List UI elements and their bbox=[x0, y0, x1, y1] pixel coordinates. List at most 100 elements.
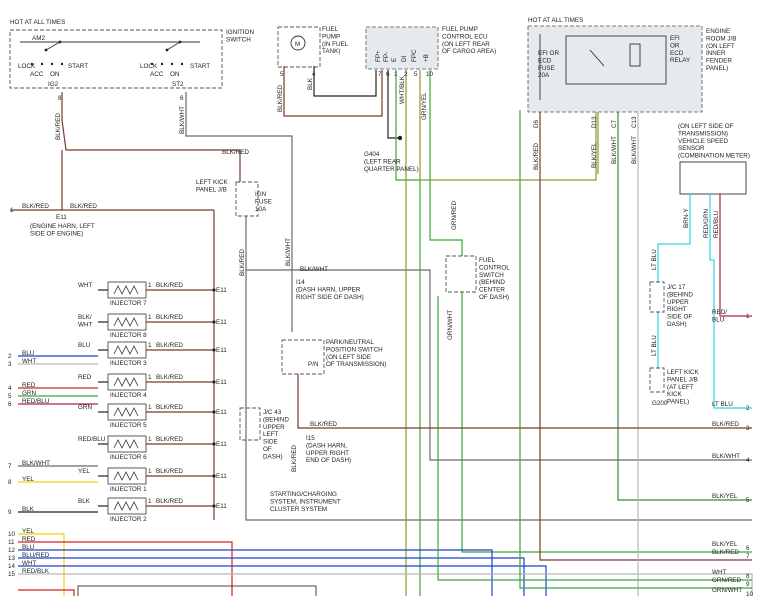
kick2-box bbox=[649, 367, 665, 393]
injector-in-wire: WHT bbox=[78, 282, 92, 289]
injector-out-wire: BLK/RED bbox=[156, 498, 183, 505]
pn-switch-box bbox=[281, 339, 325, 375]
jc43-box bbox=[239, 407, 261, 441]
injector-2: INJECTOR 8 1 BLK/WHT BLK/RED E11 bbox=[78, 313, 227, 339]
injector-pin: 1 bbox=[148, 468, 152, 475]
injector-name: INJECTOR 5 bbox=[110, 422, 147, 429]
right-pin-color-6: BLK/YEL bbox=[712, 541, 738, 548]
wire-label-grn-yel: GRN/YEL bbox=[421, 92, 428, 120]
engine-room-jb: HOT AT ALL TIMES ENGINE ROOM J/B (ON LEFT I… bbox=[527, 17, 736, 113]
i15-label: I15 (DASH HARN, UPPER RIGHT END OF DASH) bbox=[306, 435, 351, 464]
right-pin-color-3: BLK/RED bbox=[712, 421, 739, 428]
right-pin-color-9: GRN/RED bbox=[712, 577, 741, 584]
right-pin-6: 6 bbox=[746, 545, 750, 552]
right-pin-4: 4 bbox=[746, 457, 750, 464]
lock-label-right: LOCK bbox=[140, 63, 158, 70]
injector-body bbox=[107, 467, 147, 485]
start-label-left: START bbox=[68, 63, 88, 70]
injector-out-wire: BLK/RED bbox=[156, 282, 183, 289]
injector-pin: 1 bbox=[148, 436, 152, 443]
injector-out-wire: BLK/RED bbox=[156, 314, 183, 321]
wire-label-i14: BLK/WHT bbox=[300, 266, 328, 273]
wire-label-st2: BLK/WHT bbox=[179, 106, 186, 134]
injector-body bbox=[107, 281, 147, 299]
injector-out-wire: BLK/RED bbox=[156, 374, 183, 381]
injector-body bbox=[107, 341, 147, 359]
left-pin-color-8: YEL bbox=[22, 476, 34, 483]
wire-ig2-blk-red bbox=[61, 92, 241, 182]
start-label-right: START bbox=[190, 63, 210, 70]
left-pin-6: 6 bbox=[8, 401, 12, 408]
ecu-pin-num-4: 5 bbox=[414, 71, 418, 78]
wire-label-red-grn: RED/GRN bbox=[703, 209, 710, 238]
ecu-pin-num-5: 10 bbox=[426, 71, 434, 78]
injector-in-wire: RED/BLU bbox=[78, 436, 106, 443]
relay-pin-2: C7 bbox=[611, 119, 618, 128]
right-pin-9: 9 bbox=[746, 581, 750, 588]
wire-label-grn-red: GRN/RED bbox=[451, 201, 458, 230]
injector-in-wire: YEL bbox=[78, 468, 90, 475]
relay-hot-label: HOT AT ALL TIMES bbox=[528, 17, 583, 24]
wiring-diagram: HOT AT ALL TIMES IGNITION SWITCH AM2 LOCK… bbox=[0, 0, 762, 596]
injector-out-wire: BLK/RED bbox=[156, 436, 183, 443]
wire-st2-blk-wht bbox=[185, 92, 293, 332]
left-pin-7: 7 bbox=[8, 463, 12, 470]
injector-body bbox=[107, 313, 147, 331]
left-pin-2: 2 bbox=[8, 353, 12, 360]
left-pin-14: 14 bbox=[8, 563, 16, 570]
ig2-label: IG2 bbox=[48, 81, 59, 88]
bottom-component-box bbox=[77, 585, 317, 596]
left-pin-color-4: RED bbox=[22, 382, 36, 389]
e11-desc: (ENGINE HARN, LEFT SIDE OF ENGINE) bbox=[30, 223, 95, 237]
wire-fuse-out bbox=[245, 216, 752, 521]
wire-fp-plus bbox=[283, 66, 383, 117]
wire-label-lt-blu-top: LT BLU bbox=[651, 249, 658, 270]
left-pin-color-3: WHT bbox=[22, 358, 36, 365]
st2-label: ST2 bbox=[172, 81, 184, 88]
injector-name: INJECTOR 3 bbox=[110, 360, 147, 367]
ecu-pin-1: FP- bbox=[383, 52, 390, 62]
ground-g404 bbox=[397, 135, 403, 141]
right-pin-8: 8 bbox=[746, 573, 750, 580]
ecu-pin-num-1: 6 bbox=[386, 71, 390, 78]
injector-e11: E11 bbox=[216, 287, 227, 294]
motor-label: M bbox=[295, 41, 300, 48]
pn-switch-label: PARK/NEUTRAL POSITION SWITCH (ON LEFT SIDE… bbox=[326, 339, 386, 368]
ignition-switch: HOT AT ALL TIMES IGNITION SWITCH AM2 LOCK… bbox=[9, 19, 254, 102]
engine-room-jb-title: ENGINE ROOM J/B (ON LEFT INNER FENDER PANEL) bbox=[706, 28, 736, 72]
wire-label-d6: BLK/RED bbox=[533, 143, 540, 170]
junction-node bbox=[212, 474, 216, 478]
injector-out-wire: BLK/RED bbox=[156, 404, 183, 411]
injector-name: INJECTOR 1 bbox=[110, 486, 147, 493]
injector-body bbox=[107, 435, 147, 453]
injector-body bbox=[107, 497, 147, 515]
ecu-pin-num-2: 1 bbox=[394, 71, 398, 78]
wire-label-wht-blk: WHT/BLK bbox=[399, 75, 406, 104]
ecu-pin-4: FPC bbox=[411, 49, 418, 62]
wire-label-brn-y: BRN-Y bbox=[683, 208, 690, 228]
on-label-right: ON bbox=[170, 71, 180, 78]
st2-pin: 6 bbox=[180, 95, 184, 102]
wire-grn-wht bbox=[461, 292, 752, 553]
e11-wire-right: BLK/RED bbox=[70, 203, 97, 210]
left-pin-color-11: RED bbox=[22, 536, 36, 543]
right-pin-numbers: 1RED/BLU2LT BLU3BLK/RED4BLK/WHT5BLK/YEL6… bbox=[712, 309, 754, 596]
kick-fuse-rating: IGN FUSE 10A bbox=[255, 191, 272, 213]
left-pin-15: 15 bbox=[8, 571, 16, 578]
wire-lt-blu-vss bbox=[657, 194, 691, 282]
injector-e11: E11 bbox=[216, 347, 227, 354]
junction-node bbox=[212, 380, 216, 384]
right-pin-color-10: GRN/WHT bbox=[712, 587, 742, 594]
ignition-hot-label: HOT AT ALL TIMES bbox=[10, 19, 65, 26]
right-pin-1: 1 bbox=[746, 313, 750, 320]
injector-name: INJECTOR 7 bbox=[110, 300, 147, 307]
injector-e11: E11 bbox=[216, 503, 227, 510]
injector-pin: 1 bbox=[148, 404, 152, 411]
ecu-pin-3: DI bbox=[401, 55, 408, 62]
left-pin-10: 10 bbox=[8, 531, 16, 538]
ecu-pin-0: FP+ bbox=[375, 50, 382, 62]
right-pin-color-5: BLK/YEL bbox=[712, 493, 738, 500]
relay-pin-1: D13 bbox=[591, 116, 598, 128]
wire-label-ig2: BLK/RED bbox=[55, 113, 62, 140]
wire-label-fp-a: BLK/RED bbox=[277, 85, 284, 112]
